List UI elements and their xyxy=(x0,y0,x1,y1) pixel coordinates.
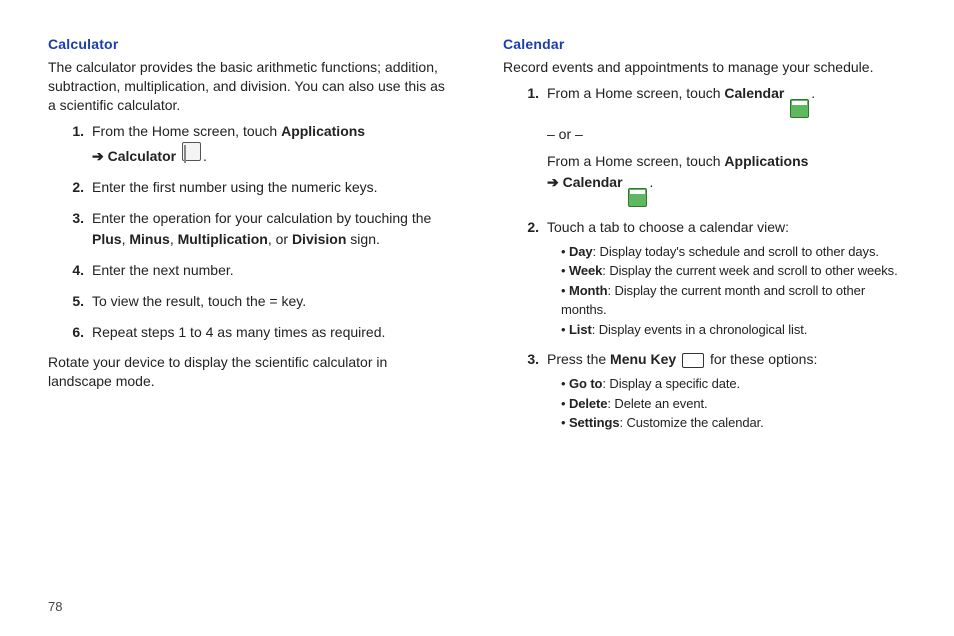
step-2: 2. Enter the first number using the nume… xyxy=(72,177,451,198)
punct: . xyxy=(649,174,653,190)
step-number: 4. xyxy=(64,260,84,281)
step-number: 5. xyxy=(64,291,84,312)
calculator-outro: Rotate your device to display the scient… xyxy=(48,353,451,391)
bullet-desc: : Display the current month and scroll t… xyxy=(561,283,865,318)
step-number: 1. xyxy=(519,83,539,104)
comma: , xyxy=(170,231,178,247)
page-columns: Calculator The calculator provides the b… xyxy=(48,36,906,443)
step-text: Enter the operation for your calculation… xyxy=(92,210,431,226)
right-column: Calendar Record events and appointments … xyxy=(503,36,906,443)
step-3: 3. Press the Menu Key for these options:… xyxy=(527,349,906,433)
bullet-term: Settings xyxy=(569,415,619,430)
step-text: sign. xyxy=(346,231,379,247)
calendar-steps: 1. From a Home screen, touch Calendar . … xyxy=(503,83,906,433)
bullet-desc: : Display events in a chronological list… xyxy=(592,322,808,337)
step-3: 3. Enter the operation for your calculat… xyxy=(72,208,451,250)
bullet-term: Day xyxy=(569,244,593,259)
step-text: From a Home screen, touch xyxy=(547,85,724,101)
step-1: 1. From the Home screen, touch Applicati… xyxy=(72,121,451,167)
bullet-week: Week: Display the current week and scrol… xyxy=(561,261,906,281)
calendar-label: Calendar xyxy=(563,174,623,190)
or-divider: – or – xyxy=(547,124,906,145)
bullet-desc: : Display the current week and scroll to… xyxy=(602,263,897,278)
calculator-steps: 1. From the Home screen, touch Applicati… xyxy=(48,121,451,343)
calendar-icon xyxy=(628,188,647,207)
menu-options-bullets: Go to: Display a specific date. Delete: … xyxy=(547,374,906,433)
division-label: Division xyxy=(292,231,346,247)
bullet-desc: : Display a specific date. xyxy=(602,376,740,391)
bullet-term: Delete xyxy=(569,396,607,411)
step-text: for these options: xyxy=(710,351,817,367)
bullet-settings: Settings: Customize the calendar. xyxy=(561,413,906,433)
step-5: 5. To view the result, touch the = key. xyxy=(72,291,451,312)
step-6: 6. Repeat steps 1 to 4 as many times as … xyxy=(72,322,451,343)
applications-icon xyxy=(814,151,833,170)
page-number: 78 xyxy=(48,599,62,614)
applications-icon xyxy=(371,121,390,140)
bullet-desc: : Customize the calendar. xyxy=(619,415,763,430)
bullet-day: Day: Display today's schedule and scroll… xyxy=(561,242,906,262)
calculator-heading: Calculator xyxy=(48,36,451,52)
bullet-list: List: Display events in a chronological … xyxy=(561,320,906,340)
step-text: Enter the first number using the numeric… xyxy=(92,179,378,195)
step-text: To view the result, touch the = key. xyxy=(92,293,306,309)
comma: , or xyxy=(268,231,292,247)
minus-label: Minus xyxy=(129,231,169,247)
bullet-term: List xyxy=(569,322,592,337)
step-text: Press the xyxy=(547,351,610,367)
arrow-icon xyxy=(92,148,108,164)
applications-label: Applications xyxy=(724,153,808,169)
step-1: 1. From a Home screen, touch Calendar . … xyxy=(527,83,906,207)
step-text: Touch a tab to choose a calendar view: xyxy=(547,219,789,235)
calendar-intro: Record events and appointments to manage… xyxy=(503,58,906,77)
calendar-icon xyxy=(790,99,809,118)
plus-label: Plus xyxy=(92,231,122,247)
step-number: 6. xyxy=(64,322,84,343)
calculator-label: Calculator xyxy=(108,148,176,164)
step-text: Enter the next number. xyxy=(92,262,234,278)
calculator-intro: The calculator provides the basic arithm… xyxy=(48,58,451,115)
step-number: 2. xyxy=(519,217,539,238)
step-4: 4. Enter the next number. xyxy=(72,260,451,281)
bullet-delete: Delete: Delete an event. xyxy=(561,394,906,414)
bullet-month: Month: Display the current month and scr… xyxy=(561,281,906,320)
step-number: 1. xyxy=(64,121,84,142)
step-text: From the Home screen, touch xyxy=(92,123,281,139)
bullet-desc: : Delete an event. xyxy=(607,396,707,411)
step-number: 3. xyxy=(64,208,84,229)
step-2: 2. Touch a tab to choose a calendar view… xyxy=(527,217,906,340)
bullet-term: Week xyxy=(569,263,602,278)
calendar-heading: Calendar xyxy=(503,36,906,52)
calendar-view-bullets: Day: Display today's schedule and scroll… xyxy=(547,242,906,340)
multiplication-label: Multiplication xyxy=(178,231,268,247)
calendar-label: Calendar xyxy=(724,85,784,101)
step-number: 3. xyxy=(519,349,539,370)
menu-key-icon xyxy=(682,353,704,368)
punct: . xyxy=(203,148,207,164)
bullet-desc: : Display today's schedule and scroll to… xyxy=(593,244,879,259)
step-text: Repeat steps 1 to 4 as many times as req… xyxy=(92,324,385,340)
step-text: From a Home screen, touch xyxy=(547,153,724,169)
arrow-icon xyxy=(547,174,563,190)
bullet-term: Month xyxy=(569,283,607,298)
left-column: Calculator The calculator provides the b… xyxy=(48,36,451,443)
menu-key-label: Menu Key xyxy=(610,351,676,367)
calculator-icon xyxy=(182,142,201,161)
bullet-goto: Go to: Display a specific date. xyxy=(561,374,906,394)
step-number: 2. xyxy=(64,177,84,198)
bullet-term: Go to xyxy=(569,376,602,391)
applications-label: Applications xyxy=(281,123,365,139)
